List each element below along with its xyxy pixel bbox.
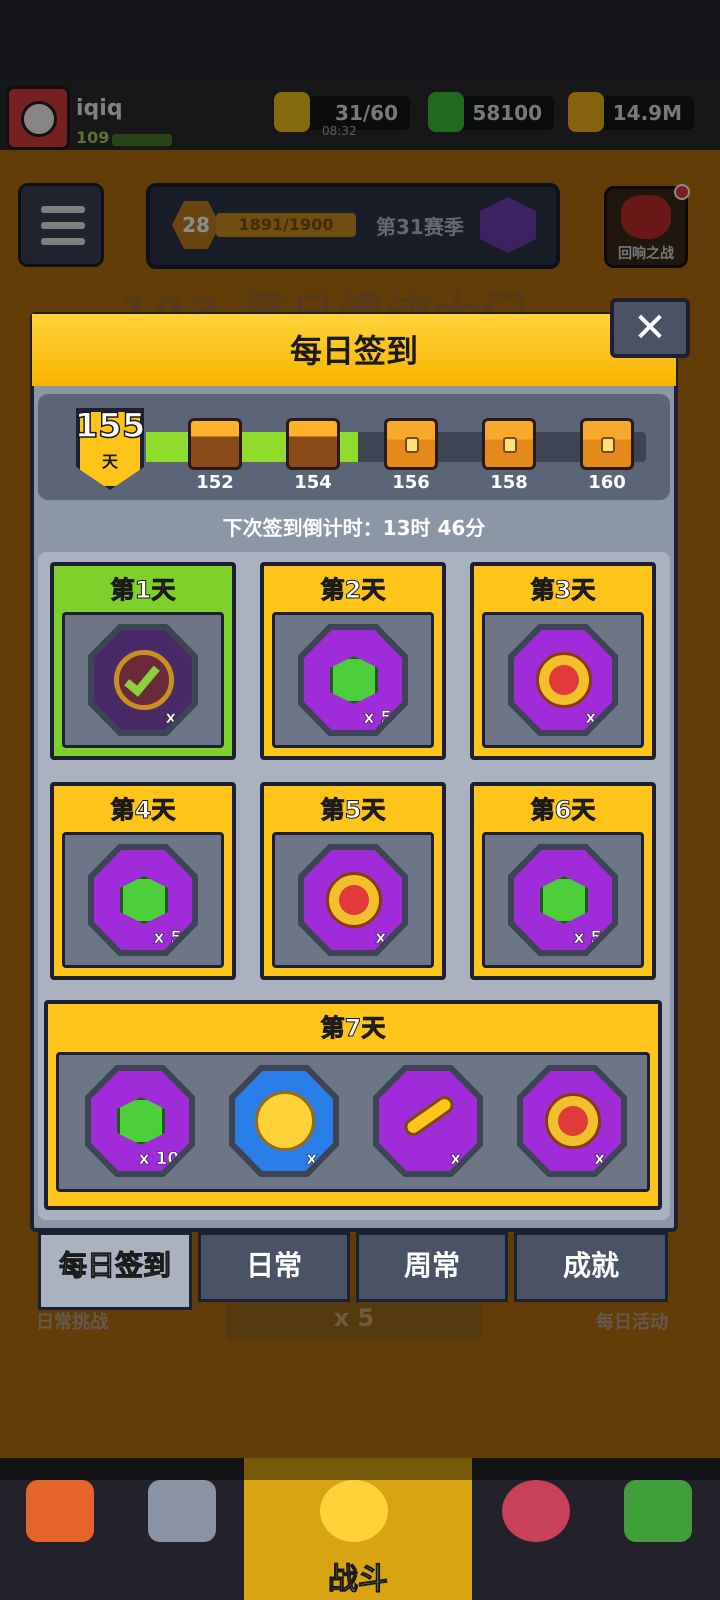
day-card-1[interactable]: 第1天 x 1 [50,562,236,760]
streak-unit: 天 [101,452,118,471]
reward-slot: x 50 [62,832,224,968]
lock-icon [601,437,615,453]
reward-slot: x 1 [482,612,644,748]
reward-qty: x 50 [153,928,194,949]
reward-tile: x 6 [235,1071,333,1171]
reward-qty: x 50 [363,708,404,729]
day-card-6[interactable]: 第6天 x 50 [470,782,656,980]
day-label: 第7天 [320,1014,386,1043]
day-label: 第1天 [110,576,176,605]
reward-qty: x 1 [594,1149,623,1170]
talent-icon [502,1480,570,1542]
reward-tile: x 50 [514,850,612,950]
day-card-2[interactable]: 第2天 x 50 [260,562,446,760]
shop-icon [26,1480,94,1542]
reward-frame: x 100 [85,1065,195,1177]
day-label: 第3天 [530,576,596,605]
reward-qty: x 1 [375,928,404,949]
reward-frame: x 50 [508,844,618,956]
tab-achievements[interactable]: 成就 [514,1232,668,1302]
reward-tile: x 50 [94,850,192,950]
day-card-5[interactable]: 第5天 x 1 [260,782,446,980]
reward-frame: x 1 [517,1065,627,1177]
heart-icon [545,1093,601,1149]
reward-tile: x 1 [514,630,612,730]
streak-days: 155 [74,405,146,447]
chest-icon[interactable] [482,418,536,470]
milestone-label: 154 [294,472,332,493]
reward-slot: x 50 [482,832,644,968]
day-label: 第4天 [110,796,176,825]
status-bar [0,0,720,80]
dialog-tabs: 每日签到 日常 周常 成就 [38,1232,672,1310]
lock-icon [503,437,517,453]
chest-icon[interactable] [580,418,634,470]
reward-qty: x 1 [165,708,194,729]
reward-grid: 第1天 x 1 第2天 x 50 第3天 x 1 第4天 x 50 第5天 x … [38,552,670,1220]
tab-weekly[interactable]: 周常 [356,1232,508,1302]
reward-tile: x 1 [523,1071,621,1171]
milestone-label: 160 [588,472,626,493]
gem-icon [117,1097,165,1145]
lock-icon [405,437,419,453]
day-label: 第6天 [530,796,596,825]
reward-qty: x 1 [450,1149,479,1170]
reward-qty: x 6 [306,1149,335,1170]
reward-frame: x 1 [88,624,198,736]
gem-icon [540,876,588,924]
heart-icon [326,872,382,928]
reward-qty: x 100 [138,1149,191,1170]
battle-star-icon [320,1480,388,1542]
heart-icon [536,652,592,708]
reward-slot: x 50 [272,612,434,748]
key-icon [400,1092,458,1140]
reward-frame: x 50 [88,844,198,956]
day-label: 第5天 [320,796,386,825]
armor-icon [148,1480,216,1542]
reward-slot: x 100 x 6 x 1 x 1 [56,1052,650,1192]
day-label: 第2天 [320,576,386,605]
reward-tile: x 1 [304,850,402,950]
milestone-label: 156 [392,472,430,493]
next-signin-countdown: 下次签到倒计时：13时 46分 [222,516,486,540]
reward-tile: x 1 [94,630,192,730]
day-card-3[interactable]: 第3天 x 1 [470,562,656,760]
reward-tile: x 1 [379,1071,477,1171]
reward-frame: x 1 [508,624,618,736]
day-card-7[interactable]: 第7天 x 100 x 6 x 1 x 1 [44,1000,662,1210]
gem-icon [120,876,168,924]
reward-frame: x 6 [229,1065,339,1177]
reward-slot: x 1 [272,832,434,968]
chest-icon[interactable] [188,418,242,470]
reward-tile: x 100 [91,1071,189,1171]
milestone-label: 158 [490,472,528,493]
chest-icon[interactable] [286,418,340,470]
day-card-4[interactable]: 第4天 x 50 [50,782,236,980]
reward-slot: x 1 [62,612,224,748]
battle-label: 战斗 [328,1562,389,1598]
reward-frame: x 50 [298,624,408,736]
gem-icon [330,656,378,704]
tab-daily-signin[interactable]: 每日签到 [38,1232,192,1310]
reward-qty: x 1 [585,708,614,729]
tab-daily[interactable]: 日常 [198,1232,350,1302]
milestone-label: 152 [196,472,234,493]
claimed-check-icon [114,650,174,710]
reward-frame: x 1 [298,844,408,956]
reward-qty: x 50 [573,928,614,949]
evolve-icon [624,1480,692,1542]
chest-icon[interactable] [384,418,438,470]
close-button[interactable]: ✕ [610,298,690,358]
speed-coin-icon [255,1091,315,1151]
reward-frame: x 1 [373,1065,483,1177]
dialog-title: 每日签到 [289,332,418,370]
reward-tile: x 50 [304,630,402,730]
